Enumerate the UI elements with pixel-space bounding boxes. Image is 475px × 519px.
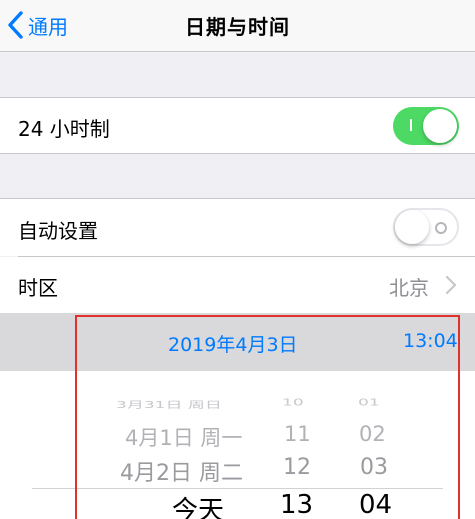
row-timezone-label: 时区 xyxy=(18,276,58,300)
row-auto-set-label: 自动设置 xyxy=(18,219,98,243)
picker-date-item-selected[interactable]: 今天 xyxy=(172,490,224,519)
selected-time: 13:04 xyxy=(403,330,458,352)
picker-date-item[interactable]: 4月2日 周二 xyxy=(120,455,243,487)
page-title: 日期与时间 xyxy=(185,15,290,39)
toggle-on-mark-icon xyxy=(410,119,412,131)
row-24-hour-label: 24 小时制 xyxy=(18,117,110,141)
navigation-bar: 通用 日期与时间 xyxy=(0,0,475,52)
picker-hour-item[interactable]: 11 xyxy=(284,422,311,446)
auto-set-toggle[interactable] xyxy=(393,208,459,246)
timezone-value: 北京 xyxy=(389,276,429,300)
toggle-knob xyxy=(395,210,429,244)
picker-hour-item-selected[interactable]: 13 xyxy=(280,490,313,519)
row-timezone[interactable]: 时区 北京 xyxy=(0,257,475,313)
picker-minute-item[interactable]: 02 xyxy=(359,422,386,446)
picker-date-item[interactable]: 4月1日 周一 xyxy=(125,422,242,452)
picker-minute-item[interactable]: 03 xyxy=(360,455,388,480)
date-time-picker[interactable]: 3月31日 周日 4月1日 周一 4月2日 周二 今天 10 11 12 13 … xyxy=(0,371,475,519)
chevron-right-icon xyxy=(445,275,457,295)
picker-selection-line xyxy=(32,488,443,489)
row-24-hour: 24 小时制 xyxy=(0,98,475,153)
divider xyxy=(0,153,475,154)
toggle-knob xyxy=(423,109,457,143)
picker-hour-item[interactable]: 10 xyxy=(282,397,304,408)
picker-minute-item[interactable]: 01 xyxy=(358,397,380,408)
date-time-summary[interactable]: 2019年4月3日 13:04 xyxy=(0,313,475,371)
row-auto-set: 自动设置 xyxy=(0,199,475,256)
24-hour-toggle[interactable] xyxy=(393,107,459,145)
toggle-off-mark-icon xyxy=(435,222,447,234)
picker-minute-item-selected[interactable]: 04 xyxy=(359,490,392,519)
picker-hour-item[interactable]: 12 xyxy=(283,455,311,480)
selected-date: 2019年4月3日 xyxy=(168,334,298,356)
picker-date-item[interactable]: 3月31日 周日 xyxy=(116,397,222,411)
